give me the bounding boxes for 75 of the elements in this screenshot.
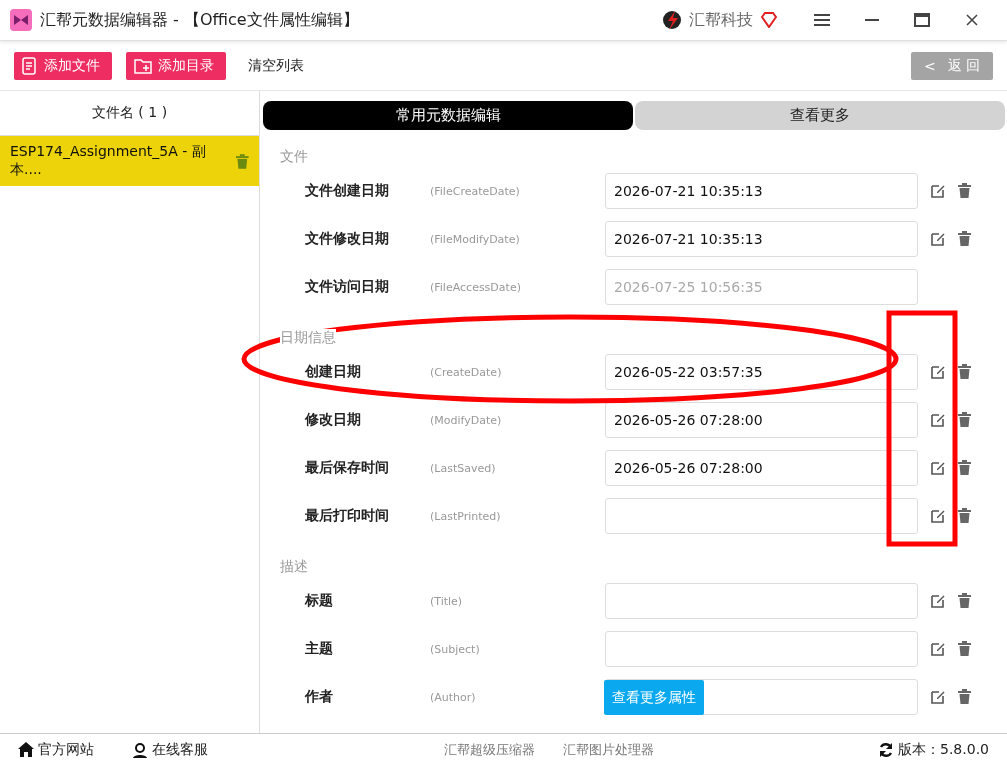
- trash-icon[interactable]: [958, 508, 971, 523]
- diamond-icon: [761, 12, 777, 28]
- edit-icon[interactable]: [930, 689, 946, 705]
- app-logo-icon: [10, 9, 32, 31]
- add-button[interactable]: 添加目录: [126, 51, 226, 80]
- close-icon: [966, 14, 978, 26]
- field-hint: (Title): [430, 594, 464, 608]
- document-icon: [22, 56, 38, 75]
- version-label: 版本：5.8.0.0: [898, 740, 989, 759]
- text-field[interactable]: 2026-05-26 07:28:00: [605, 450, 918, 486]
- file-item[interactable]: ESP174_Assignment_5A - 副本....: [0, 136, 259, 186]
- field-hint: (FileAccessDate): [430, 280, 522, 294]
- text-field[interactable]: 2026-05-22 03:57:35: [605, 354, 918, 390]
- section-title: 日期信息: [280, 329, 336, 345]
- edit-icon[interactable]: [930, 183, 946, 199]
- footer-link[interactable]: 官方网站: [18, 740, 94, 759]
- clear-list-button[interactable]: 清空列表: [240, 51, 316, 80]
- edit-icon[interactable]: [930, 460, 946, 476]
- edit-icon[interactable]: [930, 231, 946, 247]
- trash-icon[interactable]: [958, 460, 971, 475]
- field-hint: (FileModifyDate): [430, 232, 521, 246]
- text-field[interactable]: [605, 498, 918, 534]
- field-label: 最后保存时间: [305, 459, 390, 477]
- footer-link[interactable]: 汇帮图片处理器: [563, 740, 654, 759]
- minimize-icon: [865, 19, 879, 21]
- trash-icon[interactable]: [958, 183, 971, 198]
- text-field[interactable]: 2026-05-26 07:28:00: [605, 402, 918, 438]
- field-label: 作者: [305, 688, 334, 706]
- section-title: 描述: [280, 558, 308, 574]
- trash-icon[interactable]: [236, 153, 249, 169]
- text-field[interactable]: 2026-07-21 10:35:13: [605, 173, 918, 209]
- field-label: 标题: [305, 592, 334, 610]
- refresh-icon: [878, 741, 894, 758]
- menu-icon: [814, 14, 830, 26]
- trash-icon[interactable]: [958, 593, 971, 608]
- edit-icon[interactable]: [930, 593, 946, 609]
- footer-link[interactable]: 在线客服: [132, 740, 208, 759]
- folder-add-icon: [134, 57, 152, 74]
- text-field[interactable]: [605, 631, 918, 667]
- text-field[interactable]: [605, 583, 918, 619]
- field-label: 主题: [305, 640, 334, 658]
- brand-name: 汇帮科技: [689, 9, 753, 31]
- field-hint: (Subject): [430, 642, 481, 656]
- field-hint: (LastSaved): [430, 461, 497, 475]
- trash-icon[interactable]: [958, 364, 971, 379]
- section-title: 文件: [280, 148, 308, 164]
- window-title: 汇帮元数据编辑器 - 【Office文件属性编辑】: [40, 9, 360, 31]
- footer-link[interactable]: 汇帮超级压缩器: [444, 740, 535, 759]
- home-icon: [18, 742, 34, 757]
- field-label: 修改日期: [305, 411, 362, 429]
- tab[interactable]: 查看更多: [635, 101, 1005, 130]
- field-label: 最后打印时间: [305, 507, 390, 525]
- field-hint: (CreateDate): [430, 365, 503, 379]
- field-label: 创建日期: [305, 363, 362, 381]
- field-label: 文件修改日期: [305, 230, 390, 248]
- field-label: 文件访问日期: [305, 278, 390, 296]
- field-hint: (FileCreateDate): [430, 184, 521, 198]
- field-label: 文件创建日期: [305, 182, 390, 200]
- trash-icon[interactable]: [958, 641, 971, 656]
- trash-icon[interactable]: [958, 231, 971, 246]
- field-hint: (Author): [430, 690, 477, 704]
- edit-icon[interactable]: [930, 508, 946, 524]
- edit-icon[interactable]: [930, 364, 946, 380]
- text-field[interactable]: 2026-07-21 10:35:13: [605, 221, 918, 257]
- trash-icon[interactable]: [958, 689, 971, 704]
- edit-icon[interactable]: [930, 412, 946, 428]
- trash-icon[interactable]: [958, 412, 971, 427]
- tab[interactable]: 常用元数据编辑: [263, 101, 633, 130]
- field-hint: (ModifyDate): [430, 413, 503, 427]
- person-icon: [132, 741, 148, 758]
- maximize-icon: [914, 13, 930, 27]
- brand-logo-icon: [661, 9, 683, 31]
- add-button[interactable]: 添加文件: [14, 51, 112, 80]
- field-hint: (LastPrinted): [430, 509, 502, 523]
- edit-icon[interactable]: [930, 641, 946, 657]
